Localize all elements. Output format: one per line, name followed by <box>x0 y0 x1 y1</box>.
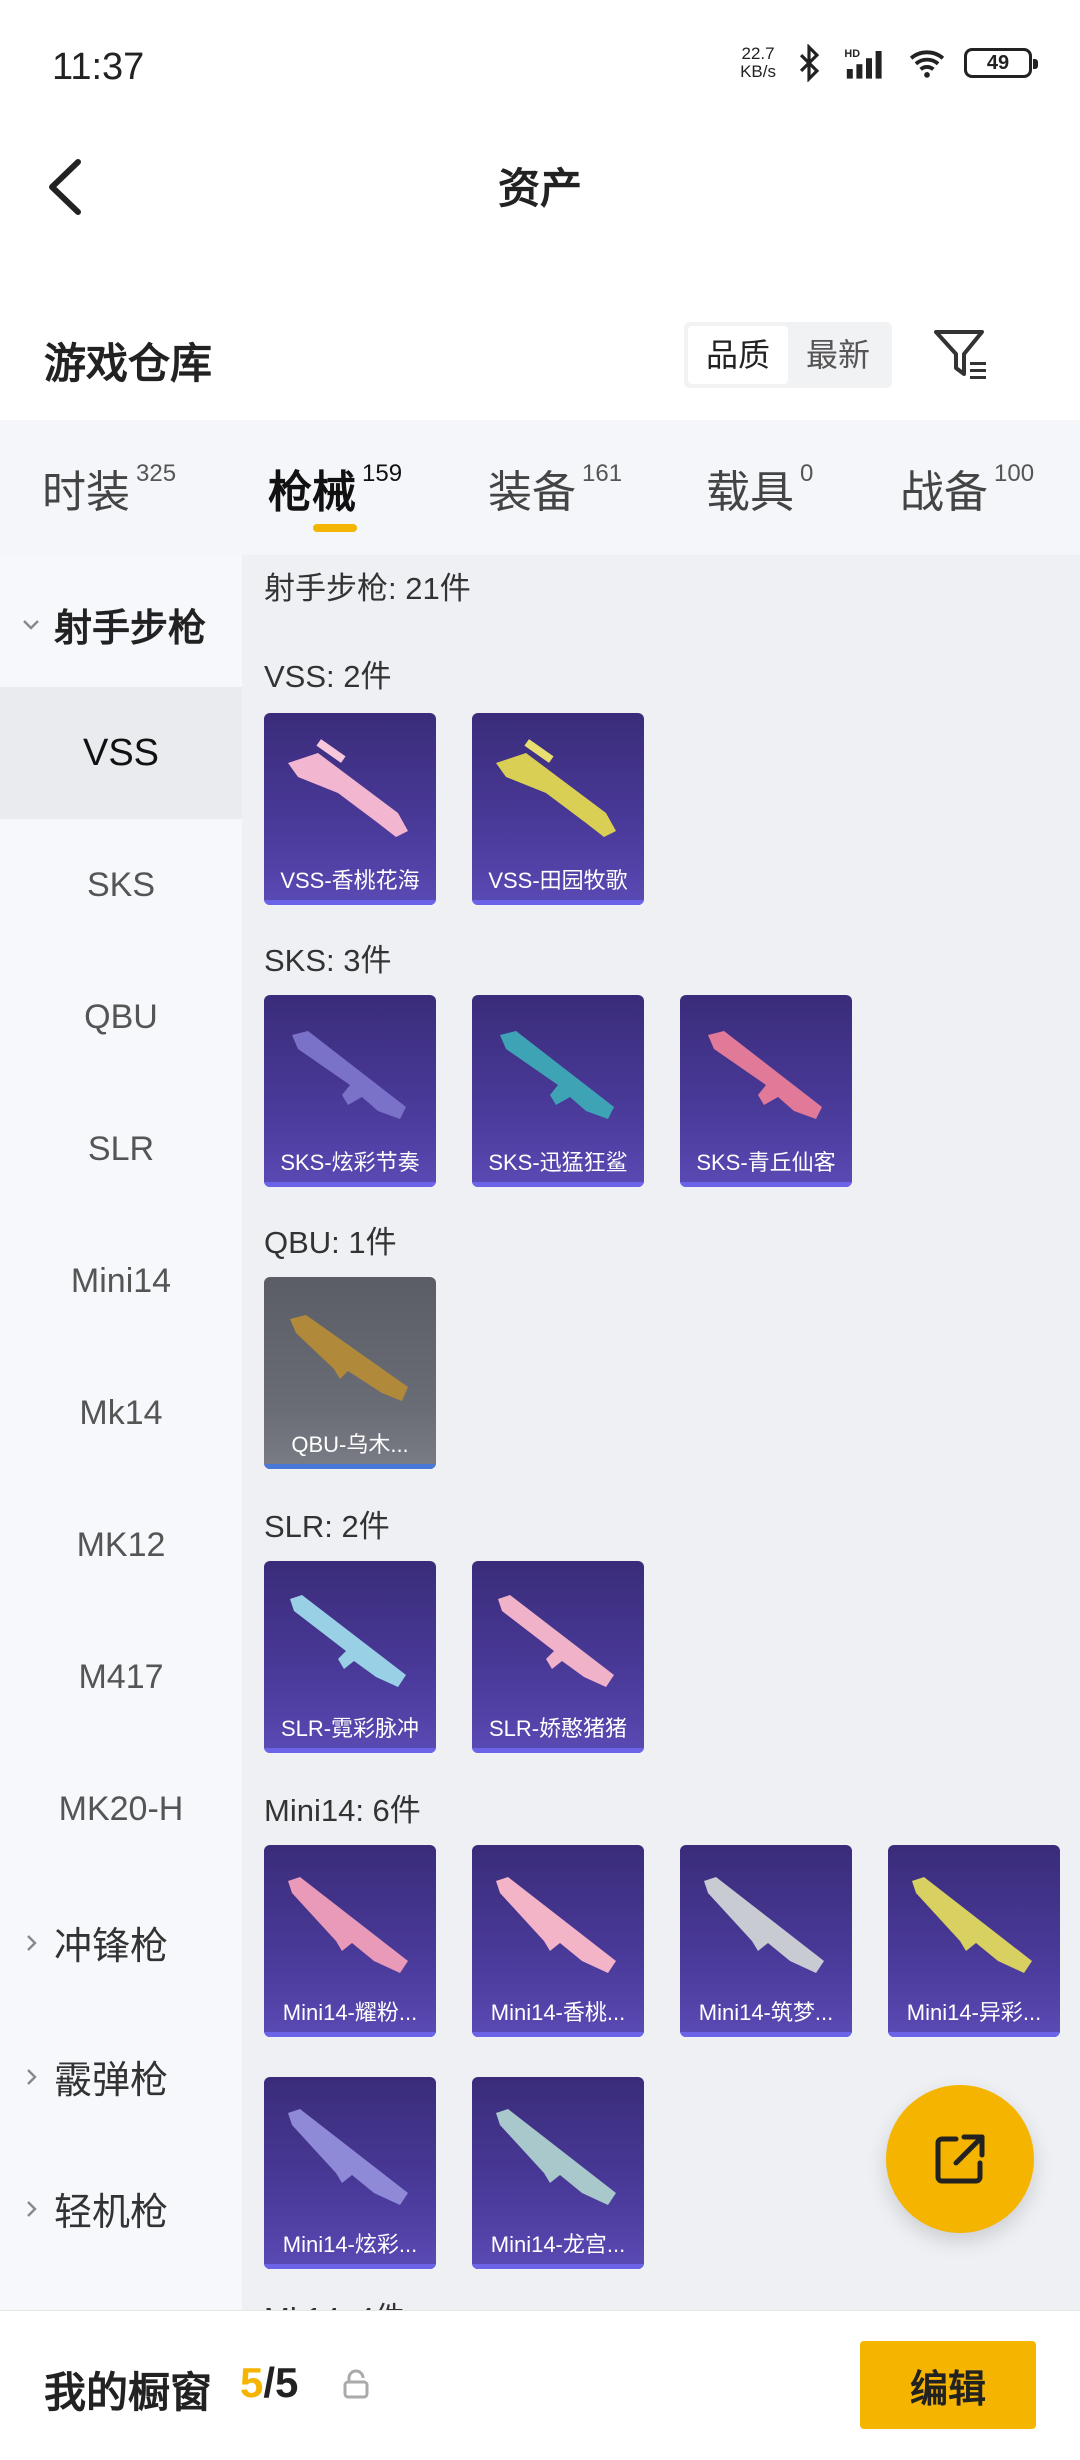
group-heading-mk14-partial: Mk14: 4件 <box>264 2293 405 2310</box>
mini14-gun-icon <box>496 2109 616 2205</box>
skin-tile[interactable]: SKS-迅猛狂鲨 <box>472 995 644 1187</box>
svg-text:HD: HD <box>844 48 860 60</box>
group-heading-mini14: Mini14: 6件 <box>264 1793 421 1828</box>
showcase-label: 我的橱窗 <box>44 2369 213 2416</box>
skin-tile[interactable]: Mini14-龙宫... <box>472 2077 644 2269</box>
sidebar-item-sks[interactable]: SKS <box>0 819 242 951</box>
weapon-list: 射手步枪: 21件 VSS: 2件 VSS-香桃花海 VSS-田园牧歌 SKS:… <box>242 555 1080 2310</box>
sidebar-item-slr[interactable]: SLR <box>0 1083 242 1215</box>
skin-tile[interactable]: SKS-炫彩节奏 <box>264 995 436 1187</box>
sidebar-item-m417[interactable]: M417 <box>0 1611 242 1743</box>
bluetooth-icon <box>799 44 820 82</box>
group-heading-vss: VSS: 2件 <box>264 659 392 694</box>
filter-icon[interactable] <box>930 324 992 386</box>
qbu-gun-icon <box>290 1315 408 1401</box>
sks-gun-icon <box>708 1031 822 1119</box>
slr-gun-icon <box>290 1595 406 1687</box>
sort-quality-button[interactable]: 品质 <box>688 326 789 384</box>
sort-latest-button[interactable]: 最新 <box>788 326 888 384</box>
tab-vehicles[interactable]: 载具 0 <box>706 456 813 520</box>
sks-gun-icon <box>500 1031 614 1119</box>
signal-icon: HD <box>844 48 882 79</box>
tab-supplies[interactable]: 战备 100 <box>900 456 1034 520</box>
status-bar: 11:37 22.7 KB/s HD 49 <box>0 0 1080 135</box>
sks-gun-icon <box>292 1031 406 1119</box>
warehouse-title: 游戏仓库 <box>44 340 213 387</box>
share-button[interactable] <box>886 2085 1034 2233</box>
skin-tile[interactable]: QBU-乌木... <box>264 1277 436 1469</box>
skin-tile[interactable]: Mini14-香桃... <box>472 1845 644 2037</box>
vss-gun-icon <box>288 739 408 837</box>
sidebar-item-qbu[interactable]: QBU <box>0 951 242 1083</box>
sidebar-item-mk12[interactable]: MK12 <box>0 1479 242 1611</box>
edit-button[interactable]: 编辑 <box>860 2341 1036 2429</box>
chevron-right-icon <box>27 2200 37 2217</box>
skin-tile[interactable]: SLR-娇憨猪猪 <box>472 1561 644 1753</box>
chevron-right-icon <box>27 2068 37 2085</box>
app-header: 资产 <box>0 135 1080 260</box>
skin-tile[interactable]: SLR-霓彩脉冲 <box>264 1561 436 1753</box>
vss-gun-icon <box>496 739 616 837</box>
active-tab-indicator <box>313 524 357 532</box>
group-heading-qbu: QBU: 1件 <box>264 1225 397 1260</box>
skin-tile[interactable]: Mini14-异彩... <box>888 1845 1060 2037</box>
group-heading-sks: SKS: 3件 <box>264 943 392 978</box>
page-title: 资产 <box>497 165 582 212</box>
status-icons: 22.7 KB/s HD 49 <box>740 44 1038 82</box>
chevron-down-icon <box>23 619 39 630</box>
mini14-gun-icon <box>496 1877 616 1973</box>
tab-guns[interactable]: 枪械 159 <box>268 456 402 520</box>
lock-icon <box>343 2369 369 2399</box>
sidebar-item-mini14[interactable]: Mini14 <box>0 1215 242 1347</box>
sidebar-group-marksman[interactable]: 射手步枪 <box>20 597 206 652</box>
category-total: 射手步枪: 21件 <box>264 571 471 606</box>
skin-tile[interactable]: VSS-香桃花海 <box>264 713 436 905</box>
skin-tile[interactable]: Mini14-筑梦... <box>680 1845 852 2037</box>
group-heading-slr: SLR: 2件 <box>264 1509 390 1544</box>
warehouse-header: 游戏仓库 品质 最新 <box>0 310 1080 410</box>
sidebar-group-smg[interactable]: 冲锋枪 <box>20 1915 168 1970</box>
showcase-bar: 我的橱窗 5/5 编辑 <box>0 2310 1080 2460</box>
mini14-gun-icon <box>288 1877 408 1973</box>
skin-tile[interactable]: Mini14-耀粉... <box>264 1845 436 2037</box>
sidebar-group-shotgun[interactable]: 霰弹枪 <box>20 2049 168 2104</box>
chevron-right-icon <box>27 1934 37 1951</box>
skin-tile[interactable]: SKS-青丘仙客 <box>680 995 852 1187</box>
external-share-icon <box>935 2134 985 2184</box>
mini14-gun-icon <box>912 1877 1032 1973</box>
sidebar-item-vss[interactable]: VSS <box>0 687 242 819</box>
net-speed: 22.7 KB/s <box>740 44 776 81</box>
status-time: 11:37 <box>52 46 145 88</box>
showcase-count: 5/5 <box>240 2359 299 2406</box>
wifi-icon <box>909 50 945 78</box>
tab-equipment[interactable]: 装备 161 <box>488 456 622 520</box>
battery-icon: 49 <box>964 48 1038 78</box>
mini14-gun-icon <box>704 1877 824 1973</box>
weapon-type-sidebar: 射手步枪 VSS SKS QBU SLR Mini14 Mk14 MK12 M4… <box>0 555 242 2310</box>
sidebar-item-mk14[interactable]: Mk14 <box>0 1347 242 1479</box>
sidebar-item-mk20h[interactable]: MK20-H <box>0 1743 242 1875</box>
slr-gun-icon <box>498 1595 614 1687</box>
category-tabs: 时装 325 枪械 159 装备 161 载具 0 战备 100 <box>0 420 1080 555</box>
sort-toggle: 品质 最新 <box>684 322 893 388</box>
mini14-gun-icon <box>288 2109 408 2205</box>
tab-fashion[interactable]: 时装 325 <box>42 456 176 520</box>
sidebar-group-lmg[interactable]: 轻机枪 <box>20 2181 168 2236</box>
skin-tile[interactable]: Mini14-炫彩... <box>264 2077 436 2269</box>
skin-tile[interactable]: VSS-田园牧歌 <box>472 713 644 905</box>
